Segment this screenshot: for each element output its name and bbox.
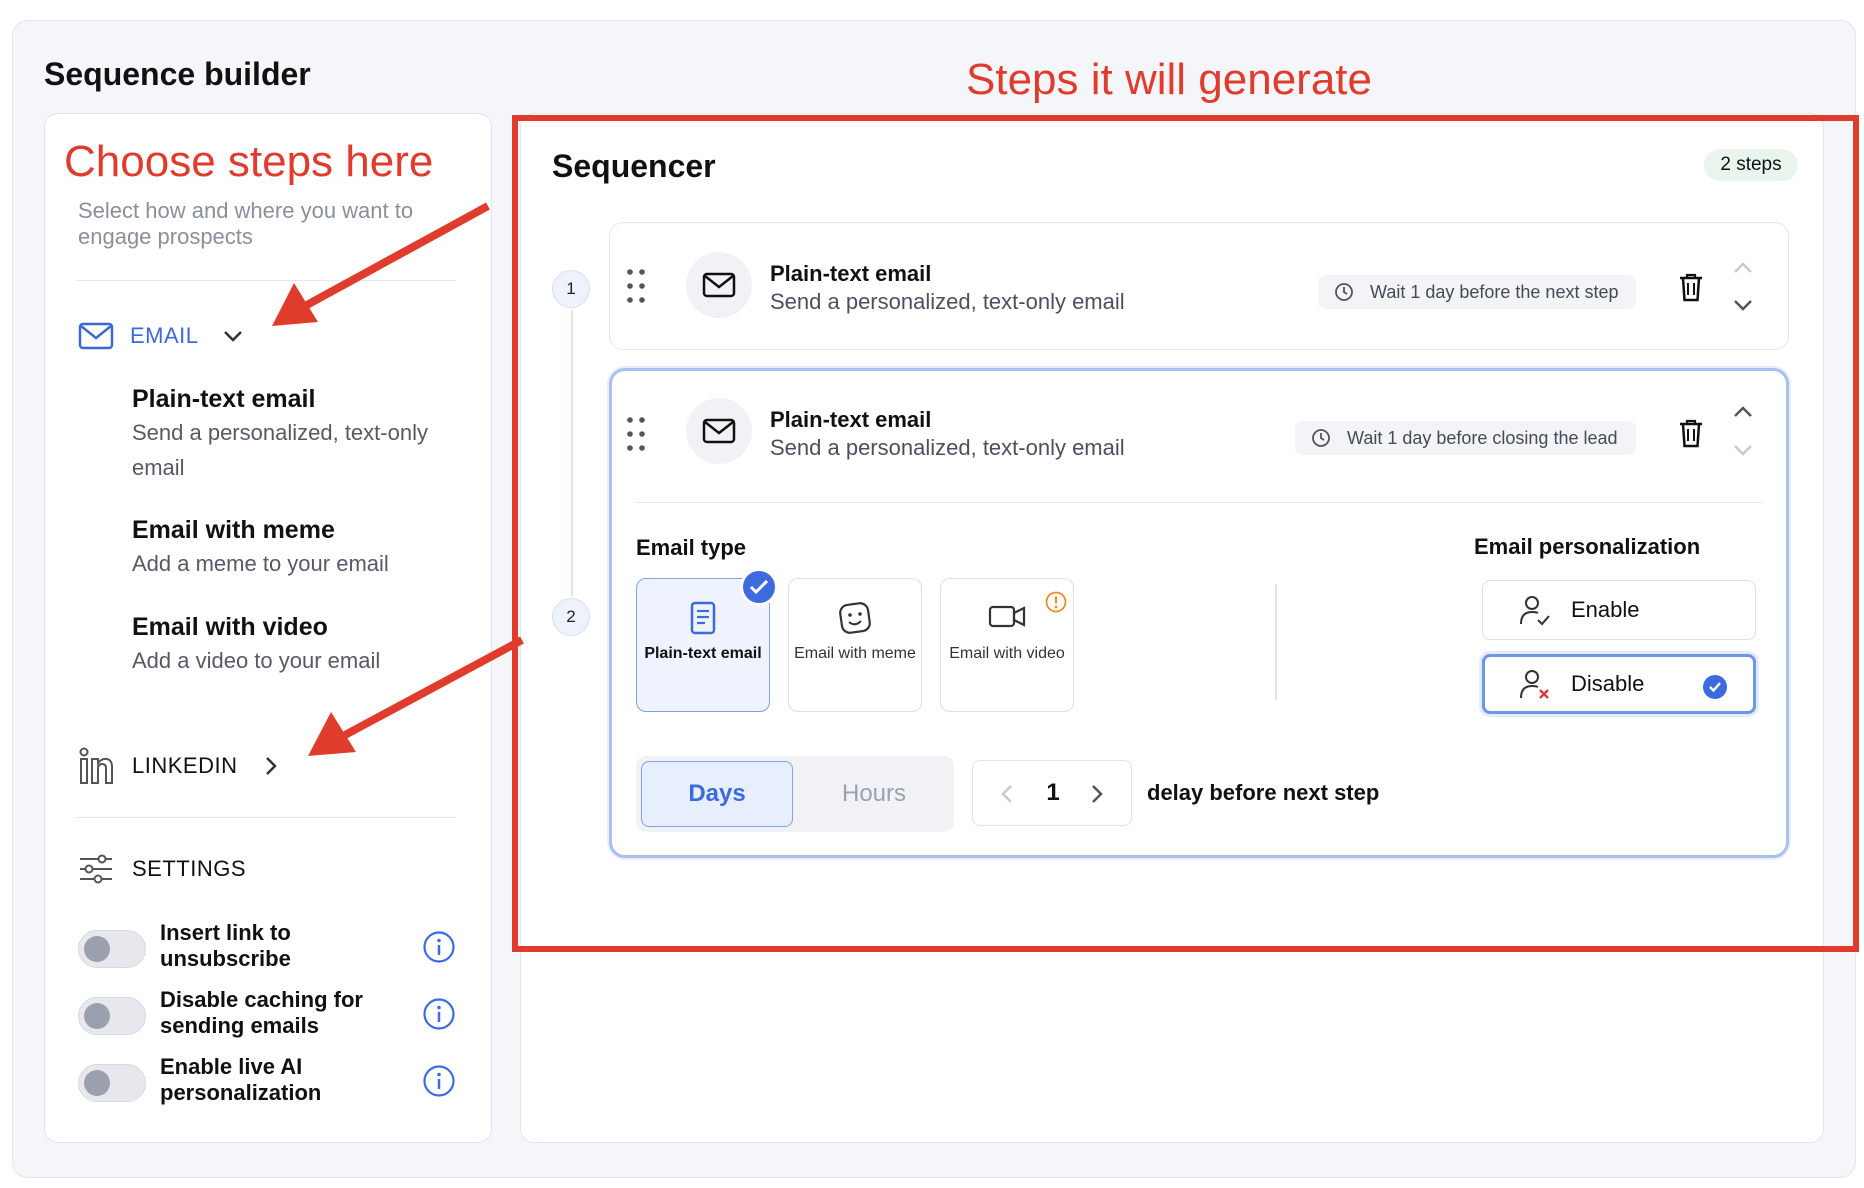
setting-label: Insert link to unsubscribe (160, 920, 291, 971)
clock-icon (1312, 429, 1330, 447)
wait-pill[interactable]: Wait 1 day before the next step (1318, 275, 1637, 309)
unsubscribe-link-toggle[interactable] (78, 930, 146, 968)
option-label: Enable (1571, 597, 1640, 622)
chevron-up-icon[interactable] (1731, 260, 1755, 276)
divider (76, 280, 456, 281)
option-desc: Add a meme to your email (132, 551, 389, 576)
step-title: Plain-text email (770, 407, 932, 432)
chevron-left-icon (1001, 785, 1012, 803)
chevron-right-icon (1092, 785, 1103, 803)
live-ai-toggle[interactable] (78, 1064, 146, 1102)
video-icon (988, 605, 1026, 628)
sequencer-title: Sequencer (552, 148, 716, 184)
warning-icon (1045, 591, 1067, 613)
decrement-button[interactable] (993, 779, 1021, 809)
clock-icon (1335, 283, 1353, 301)
option-label: Disable (1571, 671, 1645, 696)
envelope-icon (78, 322, 114, 350)
step-icon-circle (686, 252, 752, 318)
setting-label: Disable caching for sending emails (160, 987, 363, 1038)
chevron-down-icon[interactable] (1731, 442, 1755, 458)
trash-icon[interactable] (1677, 418, 1705, 448)
step-desc: Send a personalized, text-only email (770, 289, 1125, 314)
annotation-right: Steps it will generate (966, 55, 1372, 104)
meme-icon (839, 602, 871, 634)
document-icon (690, 601, 716, 635)
user-check-icon (1520, 596, 1550, 626)
sliders-icon (80, 854, 112, 884)
personalization-enable-option[interactable]: Enable (1482, 580, 1756, 640)
chevron-up-icon[interactable] (1731, 404, 1755, 420)
email-section-label: EMAIL (130, 323, 199, 348)
drag-handle-icon[interactable] (626, 416, 646, 452)
unit-hours-button[interactable]: Hours (798, 761, 950, 827)
steps-count-badge: 2 steps (1704, 149, 1798, 181)
linkedin-icon (79, 747, 113, 784)
toggle-knob (84, 936, 110, 962)
option-email-with-meme[interactable]: Email with meme Add a meme to your email (132, 514, 462, 581)
step-title: Plain-text email (770, 261, 932, 286)
info-icon[interactable] (422, 1064, 456, 1098)
type-label: Email with meme (794, 645, 916, 662)
email-type-label: Email type (636, 535, 747, 560)
envelope-icon (702, 272, 736, 298)
step-icon-circle (686, 398, 752, 464)
settings-label: SETTINGS (132, 856, 247, 881)
trash-icon[interactable] (1677, 272, 1705, 302)
info-icon[interactable] (422, 997, 456, 1031)
step-number-2: 2 (552, 598, 590, 636)
linkedin-section-toggle[interactable]: LINKEDIN (78, 746, 279, 786)
disable-caching-toggle[interactable] (78, 997, 146, 1035)
picker-subtitle: Select how and where you want to engage … (78, 198, 414, 249)
email-section-toggle[interactable]: EMAIL (78, 318, 245, 354)
setting-disable-caching: Disable caching for sending emails (78, 987, 468, 1043)
option-desc: Add a video to your email (132, 648, 381, 673)
delay-unit-segmented-control: Days Hours (636, 756, 954, 832)
type-label: Plain-text email (644, 645, 762, 662)
wait-text: Wait 1 day before the next step (1370, 281, 1619, 302)
user-x-icon (1520, 670, 1549, 699)
type-email-with-meme[interactable]: Email with meme (788, 578, 922, 712)
option-title: Email with meme (132, 516, 335, 544)
check-icon (1703, 675, 1727, 699)
setting-live-ai-personalization: Enable live AI personalization (78, 1054, 468, 1110)
option-email-with-video[interactable]: Email with video Add a video to your ema… (132, 611, 462, 678)
check-icon (740, 568, 778, 606)
linkedin-section-label: LINKEDIN (132, 753, 238, 778)
divider (76, 817, 456, 818)
delay-label: delay before next step (1147, 780, 1380, 805)
chevron-down-icon[interactable] (1731, 297, 1755, 313)
step-number-1: 1 (552, 270, 590, 308)
unit-days-button[interactable]: Days (641, 761, 793, 827)
toggle-knob (84, 1003, 110, 1029)
toggle-knob (84, 1070, 110, 1096)
app-title: Sequence builder (44, 56, 311, 92)
option-title: Plain-text email (132, 385, 316, 413)
increment-button[interactable] (1083, 779, 1111, 809)
wait-text: Wait 1 day before closing the lead (1347, 427, 1618, 448)
option-plain-text-email[interactable]: Plain-text email Send a personalized, te… (132, 383, 462, 485)
wait-pill[interactable]: Wait 1 day before closing the lead (1295, 421, 1636, 455)
timeline-line (571, 310, 573, 596)
envelope-icon (702, 418, 736, 444)
settings-header: SETTINGS (78, 854, 246, 884)
setting-unsubscribe-link: Insert link to unsubscribe (78, 920, 468, 976)
delay-stepper: 1 (972, 760, 1132, 826)
setting-label: Enable live AI personalization (160, 1054, 322, 1105)
annotation-left: Choose steps here (64, 137, 434, 186)
step-desc: Send a personalized, text-only email (770, 435, 1125, 460)
divider (1275, 584, 1277, 700)
personalization-disable-option[interactable]: Disable (1482, 654, 1756, 714)
email-personalization-label: Email personalization (1474, 534, 1701, 559)
chevron-right-icon (266, 757, 278, 775)
chevron-down-icon (223, 331, 242, 342)
info-icon[interactable] (422, 930, 456, 964)
delay-value[interactable]: 1 (1028, 779, 1078, 807)
type-label: Email with video (949, 645, 1065, 662)
option-title: Email with video (132, 613, 328, 641)
drag-handle-icon[interactable] (626, 268, 646, 304)
option-desc: Send a personalized, text-only email (132, 420, 428, 480)
divider (636, 502, 1762, 503)
